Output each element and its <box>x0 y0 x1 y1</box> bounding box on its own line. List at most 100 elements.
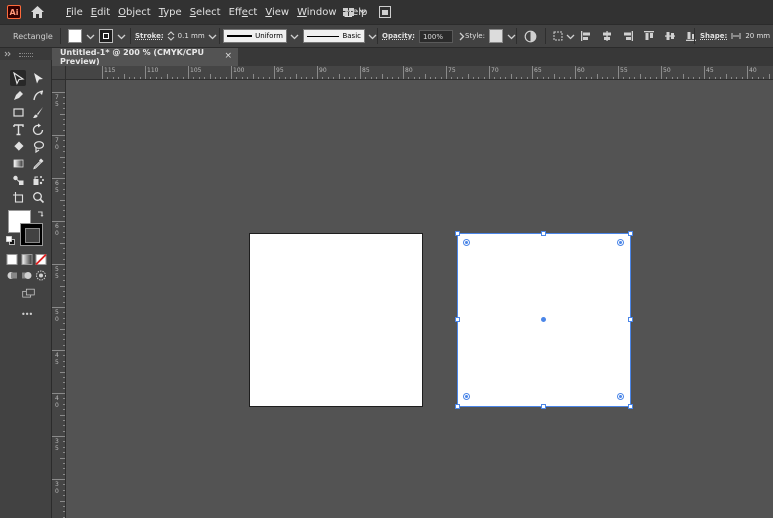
document-tab-title: Untitled-1* @ 200 % (CMYK/CPU Preview) <box>60 48 205 66</box>
menu-edit[interactable]: Edit <box>87 7 114 18</box>
blend-tool[interactable] <box>10 172 26 188</box>
stroke-color-swatch[interactable] <box>20 223 43 246</box>
rectangle-tool[interactable] <box>10 104 26 120</box>
direct-selection-tool[interactable] <box>30 70 46 86</box>
shape-width-input[interactable]: 20 mm <box>745 32 770 40</box>
resize-handle[interactable] <box>628 317 633 322</box>
close-document-icon[interactable]: × <box>224 51 232 61</box>
graphic-style-swatch[interactable] <box>488 29 503 43</box>
variable-width-profile[interactable]: Uniform <box>223 25 299 47</box>
ruler-origin[interactable] <box>52 66 66 80</box>
collapse-icon[interactable] <box>4 51 12 57</box>
align-right-icon[interactable] <box>622 30 634 42</box>
type-tool[interactable] <box>10 121 26 137</box>
chevron-down-icon[interactable] <box>86 32 95 41</box>
ruler-tick-label: 5 <box>55 101 59 108</box>
default-colors-icon[interactable] <box>6 236 15 245</box>
corner-radius-widget[interactable] <box>463 393 470 400</box>
brush-definition[interactable]: Basic <box>303 25 377 47</box>
corner-radius-widget[interactable] <box>617 393 624 400</box>
resize-handle[interactable] <box>541 231 546 236</box>
edit-toolbar-button[interactable]: ••• <box>21 310 33 319</box>
ruler-tick-label: 5 <box>55 309 59 316</box>
resize-handle[interactable] <box>628 404 633 409</box>
menu-type[interactable]: Type <box>155 7 186 18</box>
gradient-mode-button[interactable] <box>21 253 33 265</box>
menu-window[interactable]: Window <box>293 7 340 18</box>
canvas[interactable] <box>66 80 773 518</box>
align-vertical-center-icon[interactable] <box>664 30 676 42</box>
menu-view[interactable]: View <box>261 7 293 18</box>
horizontal-ruler[interactable]: 115 110 105 100 95 90 85 80 75 70 65 60 55 50 45 40 <box>66 66 773 80</box>
fill-control[interactable] <box>68 25 95 47</box>
chevron-down-icon[interactable] <box>507 32 516 41</box>
stroke-color-control[interactable] <box>99 25 126 47</box>
pen-tool[interactable] <box>10 87 26 103</box>
screen-mode-button[interactable] <box>19 286 37 300</box>
draw-inside-button[interactable] <box>35 269 47 281</box>
zoom-tool[interactable] <box>30 189 46 205</box>
resize-handle[interactable] <box>455 317 460 322</box>
menu-object[interactable]: Object <box>114 7 155 18</box>
corner-radius-widget[interactable] <box>463 239 470 246</box>
rotate-tool[interactable] <box>30 121 46 137</box>
fill-swatch[interactable] <box>68 29 82 43</box>
shape-label[interactable]: Shape: <box>700 32 727 40</box>
workspace-switcher-icon[interactable] <box>342 6 368 18</box>
curvature-tool[interactable] <box>30 87 46 103</box>
draw-behind-button[interactable] <box>21 269 33 281</box>
align-left-icon[interactable] <box>580 30 592 42</box>
rectangle-object[interactable] <box>249 233 423 407</box>
menu-effect[interactable]: Effect <box>225 7 262 18</box>
tools-panel-header[interactable] <box>0 48 52 60</box>
swap-fill-stroke-icon[interactable] <box>36 210 45 219</box>
artboard-tool[interactable] <box>10 189 26 205</box>
paintbrush-tool[interactable] <box>30 104 46 120</box>
opacity-label[interactable]: Opacity: <box>382 32 415 40</box>
arrange-documents-icon[interactable] <box>378 5 392 19</box>
opacity-input[interactable]: 100% <box>418 29 453 43</box>
resize-handle[interactable] <box>628 231 633 236</box>
draw-normal-button[interactable] <box>6 269 18 281</box>
resize-handle[interactable] <box>541 404 546 409</box>
eyedropper-tool[interactable] <box>30 155 46 171</box>
align-top-icon[interactable] <box>643 30 655 42</box>
recolor-artwork-button[interactable] <box>524 25 537 47</box>
resize-handle[interactable] <box>455 231 460 236</box>
lasso-icon <box>33 140 44 153</box>
menu-select[interactable]: Select <box>186 7 225 18</box>
stroke-weight-input[interactable]: 0.1 mm <box>178 32 205 40</box>
align-bottom-icon[interactable] <box>685 30 697 42</box>
vertical-ruler[interactable]: 75706560555045403530 <box>52 80 66 518</box>
gradient-tool[interactable] <box>10 155 26 171</box>
chevron-down-icon[interactable] <box>290 32 299 41</box>
document-tab[interactable]: Untitled-1* @ 200 % (CMYK/CPU Preview) × <box>52 48 238 66</box>
eraser-tool[interactable] <box>10 138 26 154</box>
color-square-icon <box>6 253 18 265</box>
lasso-tool[interactable] <box>30 138 46 154</box>
stroke-swatch[interactable] <box>99 29 113 43</box>
align-to-control[interactable] <box>552 25 575 47</box>
stroke-label[interactable]: Stroke: <box>135 32 164 40</box>
selection-tool[interactable] <box>10 70 26 86</box>
draw-inside-icon <box>36 270 46 280</box>
grip-icon[interactable] <box>19 53 33 57</box>
color-mode-button[interactable] <box>6 253 18 265</box>
stepper-icon[interactable] <box>167 30 175 42</box>
ruler-tick-label: 70 <box>491 67 499 74</box>
ruler-tick-label: 60 <box>577 67 585 74</box>
align-horizontal-center-icon[interactable] <box>601 30 613 42</box>
chevron-down-icon[interactable] <box>117 32 126 41</box>
symbol-sprayer-tool[interactable] <box>30 172 46 188</box>
direct-selection-arrow-icon <box>33 72 43 83</box>
corner-radius-widget[interactable] <box>617 239 624 246</box>
chevron-down-icon[interactable] <box>208 32 217 41</box>
resize-handle[interactable] <box>455 404 460 409</box>
rotate-icon <box>32 123 43 135</box>
menu-file[interactable]: File <box>62 7 87 18</box>
chevron-down-icon[interactable] <box>368 32 377 41</box>
none-mode-button[interactable] <box>35 253 47 265</box>
home-icon[interactable] <box>30 5 45 19</box>
ruler-tick-label: 65 <box>534 67 542 74</box>
chevron-down-icon[interactable] <box>566 32 575 41</box>
